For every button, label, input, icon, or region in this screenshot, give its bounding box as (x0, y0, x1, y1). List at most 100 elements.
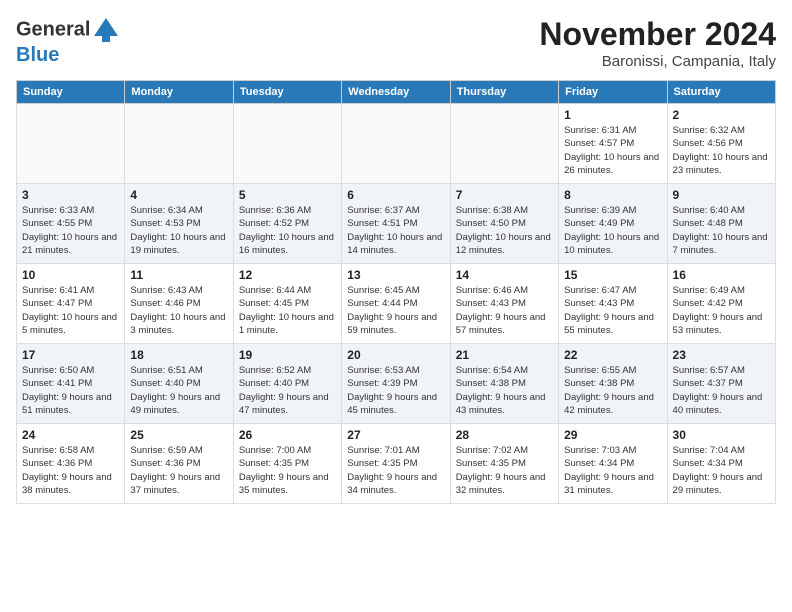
day-info: Sunrise: 6:57 AMSunset: 4:37 PMDaylight:… (673, 364, 770, 417)
day-info: Sunrise: 6:47 AMSunset: 4:43 PMDaylight:… (564, 284, 661, 337)
table-cell: 23 Sunrise: 6:57 AMSunset: 4:37 PMDayligh… (667, 344, 775, 424)
day-number: 2 (673, 108, 770, 122)
col-thursday: Thursday (450, 81, 558, 104)
day-info: Sunrise: 6:44 AMSunset: 4:45 PMDaylight:… (239, 284, 336, 337)
col-sunday: Sunday (17, 81, 125, 104)
day-number: 27 (347, 428, 444, 442)
day-number: 10 (22, 268, 119, 282)
day-number: 13 (347, 268, 444, 282)
table-cell: 26 Sunrise: 7:00 AMSunset: 4:35 PMDayligh… (233, 424, 341, 504)
day-number: 5 (239, 188, 336, 202)
day-number: 20 (347, 348, 444, 362)
day-number: 16 (673, 268, 770, 282)
table-cell (450, 104, 558, 184)
day-number: 15 (564, 268, 661, 282)
table-cell: 8 Sunrise: 6:39 AMSunset: 4:49 PMDaylight… (559, 184, 667, 264)
table-cell: 2 Sunrise: 6:32 AMSunset: 4:56 PMDaylight… (667, 104, 775, 184)
table-cell: 22 Sunrise: 6:55 AMSunset: 4:38 PMDayligh… (559, 344, 667, 424)
day-number: 26 (239, 428, 336, 442)
day-number: 23 (673, 348, 770, 362)
table-cell: 1Sunrise: 6:31 AMSunset: 4:57 PMDaylight… (559, 104, 667, 184)
table-cell: 14 Sunrise: 6:46 AMSunset: 4:43 PMDayligh… (450, 264, 558, 344)
day-info: Sunrise: 6:41 AMSunset: 4:47 PMDaylight:… (22, 284, 119, 337)
table-cell: 4 Sunrise: 6:34 AMSunset: 4:53 PMDaylight… (125, 184, 233, 264)
table-cell: 3Sunrise: 6:33 AMSunset: 4:55 PMDaylight… (17, 184, 125, 264)
day-number: 21 (456, 348, 553, 362)
day-number: 7 (456, 188, 553, 202)
day-number: 30 (673, 428, 770, 442)
col-tuesday: Tuesday (233, 81, 341, 104)
table-cell: 11Sunrise: 6:43 AMSunset: 4:46 PMDayligh… (125, 264, 233, 344)
table-cell: 12 Sunrise: 6:44 AMSunset: 4:45 PMDayligh… (233, 264, 341, 344)
col-friday: Friday (559, 81, 667, 104)
calendar: Sunday Monday Tuesday Wednesday Thursday… (16, 80, 776, 504)
day-number: 17 (22, 348, 119, 362)
table-cell: 15 Sunrise: 6:47 AMSunset: 4:43 PMDayligh… (559, 264, 667, 344)
logo-blue: Blue (16, 44, 120, 66)
table-cell: 9 Sunrise: 6:40 AMSunset: 4:48 PMDaylight… (667, 184, 775, 264)
day-number: 4 (130, 188, 227, 202)
title-area: November 2024 Baronissi, Campania, Italy (539, 16, 776, 70)
day-number: 14 (456, 268, 553, 282)
day-info: Sunrise: 7:04 AMSunset: 4:34 PMDaylight:… (673, 444, 770, 497)
month-title: November 2024 (539, 16, 776, 53)
table-cell: 19 Sunrise: 6:52 AMSunset: 4:40 PMDayligh… (233, 344, 341, 424)
table-cell: 29Sunrise: 7:03 AMSunset: 4:34 PMDayligh… (559, 424, 667, 504)
logo: General Blue (16, 16, 120, 66)
table-cell: 27 Sunrise: 7:01 AMSunset: 4:35 PMDayligh… (342, 424, 450, 504)
day-info: Sunrise: 6:59 AMSunset: 4:36 PMDaylight:… (130, 444, 227, 497)
table-cell: 25Sunrise: 6:59 AMSunset: 4:36 PMDayligh… (125, 424, 233, 504)
day-number: 12 (239, 268, 336, 282)
table-cell (233, 104, 341, 184)
day-number: 9 (673, 188, 770, 202)
day-info: Sunrise: 6:53 AMSunset: 4:39 PMDaylight:… (347, 364, 444, 417)
day-number: 22 (564, 348, 661, 362)
table-cell: 28 Sunrise: 7:02 AMSunset: 4:35 PMDayligh… (450, 424, 558, 504)
day-info: Sunrise: 7:01 AMSunset: 4:35 PMDaylight:… (347, 444, 444, 497)
day-info: Sunrise: 6:31 AMSunset: 4:57 PMDaylight:… (564, 124, 661, 177)
table-cell: 10 Sunrise: 6:41 AMSunset: 4:47 PMDayligh… (17, 264, 125, 344)
day-info: Sunrise: 6:36 AMSunset: 4:52 PMDaylight:… (239, 204, 336, 257)
calendar-header-row: Sunday Monday Tuesday Wednesday Thursday… (17, 81, 776, 104)
table-cell (17, 104, 125, 184)
day-info: Sunrise: 6:39 AMSunset: 4:49 PMDaylight:… (564, 204, 661, 257)
table-cell: 24 Sunrise: 6:58 AMSunset: 4:36 PMDayligh… (17, 424, 125, 504)
table-cell: 6 Sunrise: 6:37 AMSunset: 4:51 PMDaylight… (342, 184, 450, 264)
day-info: Sunrise: 6:32 AMSunset: 4:56 PMDaylight:… (673, 124, 770, 177)
day-info: Sunrise: 6:50 AMSunset: 4:41 PMDaylight:… (22, 364, 119, 417)
day-info: Sunrise: 6:37 AMSunset: 4:51 PMDaylight:… (347, 204, 444, 257)
logo-icon (92, 16, 120, 44)
day-info: Sunrise: 6:54 AMSunset: 4:38 PMDaylight:… (456, 364, 553, 417)
day-number: 6 (347, 188, 444, 202)
day-number: 29 (564, 428, 661, 442)
day-info: Sunrise: 6:34 AMSunset: 4:53 PMDaylight:… (130, 204, 227, 257)
day-number: 19 (239, 348, 336, 362)
day-number: 28 (456, 428, 553, 442)
table-cell: 17 Sunrise: 6:50 AMSunset: 4:41 PMDayligh… (17, 344, 125, 424)
location-subtitle: Baronissi, Campania, Italy (539, 53, 776, 70)
day-info: Sunrise: 6:33 AMSunset: 4:55 PMDaylight:… (22, 204, 119, 257)
day-info: Sunrise: 6:55 AMSunset: 4:38 PMDaylight:… (564, 364, 661, 417)
table-cell: 7 Sunrise: 6:38 AMSunset: 4:50 PMDaylight… (450, 184, 558, 264)
table-cell: 18Sunrise: 6:51 AMSunset: 4:40 PMDayligh… (125, 344, 233, 424)
day-info: Sunrise: 6:38 AMSunset: 4:50 PMDaylight:… (456, 204, 553, 257)
table-cell: 13 Sunrise: 6:45 AMSunset: 4:44 PMDayligh… (342, 264, 450, 344)
day-info: Sunrise: 6:46 AMSunset: 4:43 PMDaylight:… (456, 284, 553, 337)
day-info: Sunrise: 6:49 AMSunset: 4:42 PMDaylight:… (673, 284, 770, 337)
day-number: 24 (22, 428, 119, 442)
logo-general: General (16, 18, 90, 40)
table-cell: 21 Sunrise: 6:54 AMSunset: 4:38 PMDayligh… (450, 344, 558, 424)
day-info: Sunrise: 6:51 AMSunset: 4:40 PMDaylight:… (130, 364, 227, 417)
day-info: Sunrise: 6:52 AMSunset: 4:40 PMDaylight:… (239, 364, 336, 417)
day-info: Sunrise: 6:43 AMSunset: 4:46 PMDaylight:… (130, 284, 227, 337)
day-info: Sunrise: 6:45 AMSunset: 4:44 PMDaylight:… (347, 284, 444, 337)
day-info: Sunrise: 6:58 AMSunset: 4:36 PMDaylight:… (22, 444, 119, 497)
table-cell: 20 Sunrise: 6:53 AMSunset: 4:39 PMDayligh… (342, 344, 450, 424)
day-info: Sunrise: 7:02 AMSunset: 4:35 PMDaylight:… (456, 444, 553, 497)
header: General Blue November 2024 Baronissi, Ca… (16, 16, 776, 70)
day-info: Sunrise: 6:40 AMSunset: 4:48 PMDaylight:… (673, 204, 770, 257)
day-number: 8 (564, 188, 661, 202)
table-cell: 5 Sunrise: 6:36 AMSunset: 4:52 PMDaylight… (233, 184, 341, 264)
day-info: Sunrise: 7:00 AMSunset: 4:35 PMDaylight:… (239, 444, 336, 497)
col-wednesday: Wednesday (342, 81, 450, 104)
